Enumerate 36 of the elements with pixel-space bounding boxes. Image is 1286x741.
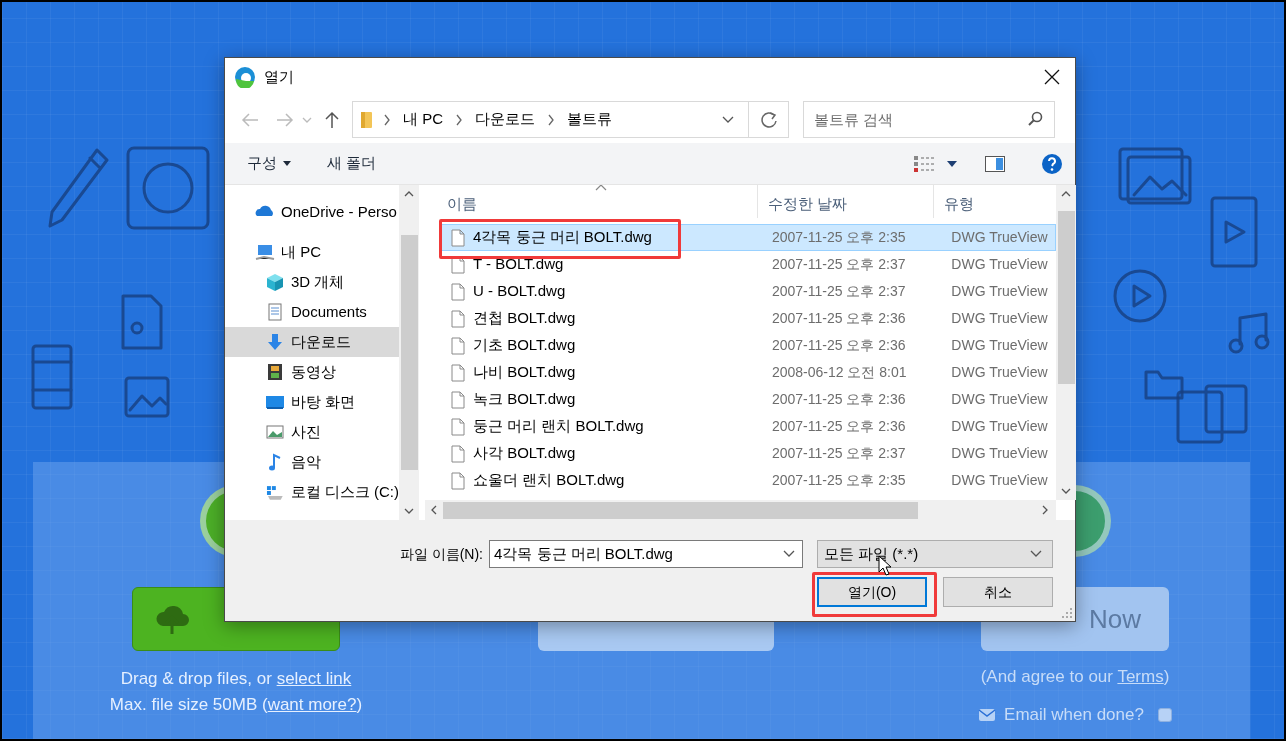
size-hint: Max. file size 50MB (want more?) <box>109 694 363 716</box>
filename-label: 파일 이름(N): <box>399 544 483 564</box>
file-type: DWG TrueView <box>950 228 1049 247</box>
file-name: 녹크 BOLT.dwg <box>473 389 576 410</box>
file-name: 견첩 BOLT.dwg <box>473 308 576 329</box>
file-name: 기초 BOLT.dwg <box>473 335 576 356</box>
file-date: 2007-11-25 오후 2:35 <box>770 471 907 490</box>
email-label: Email when done? <box>1004 704 1144 726</box>
file-name: T - BOLT.dwg <box>473 254 564 275</box>
file-date: 2008-06-12 오전 8:01 <box>770 363 908 382</box>
file-type: DWG TrueView <box>950 282 1049 301</box>
file-date: 2007-11-25 오후 2:36 <box>770 336 907 355</box>
file-type: DWG TrueView <box>950 309 1049 328</box>
file-date: 2007-11-25 오후 2:35 <box>770 228 907 247</box>
file-name: 둥근 머리 랜치 BOLT.dwg <box>473 416 644 437</box>
file-name: 사각 BOLT.dwg <box>473 443 576 464</box>
file-name: 4각목 둥근 머리 BOLT.dwg <box>473 227 652 248</box>
file-type: DWG TrueView <box>950 390 1049 409</box>
file-type: DWG TrueView <box>950 363 1049 382</box>
dialog-title: 열기 <box>264 66 294 87</box>
drop-hint: Drag & drop files, or select link <box>120 668 352 690</box>
file-date: 2007-11-25 오후 2:36 <box>770 390 907 409</box>
file-date: 2007-11-25 오후 2:37 <box>770 255 907 274</box>
file-type: DWG TrueView <box>950 444 1049 463</box>
file-type: DWG TrueView <box>950 255 1049 274</box>
file-name: 쇼울더 랜치 BOLT.dwg <box>473 470 625 491</box>
file-date: 2007-11-25 오후 2:36 <box>770 309 907 328</box>
file-name: U - BOLT.dwg <box>473 281 566 302</box>
file-name: 나비 BOLT.dwg <box>473 362 576 383</box>
file-type: DWG TrueView <box>950 336 1049 355</box>
file-date: 2007-11-25 오후 2:37 <box>770 444 907 463</box>
terms-hint: (And agree to our Terms) <box>980 666 1170 688</box>
file-type: DWG TrueView <box>950 417 1049 436</box>
file-type: DWG TrueView <box>950 471 1049 490</box>
file-date: 2007-11-25 오후 2:37 <box>770 282 907 301</box>
file-date: 2007-11-25 오후 2:36 <box>770 417 907 436</box>
